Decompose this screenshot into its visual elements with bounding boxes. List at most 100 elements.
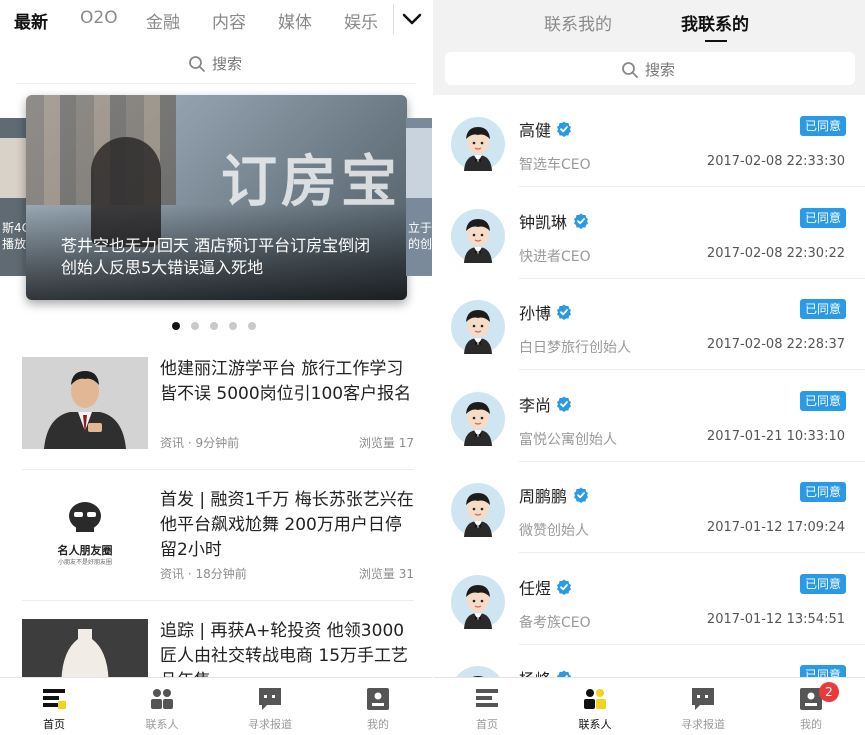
category-tab-latest[interactable]: 最新 bbox=[14, 8, 48, 33]
news-item[interactable]: 追踪 | 再获A+轮投资 他领3000匠人由社交转战电商 15万手工艺品年售 bbox=[22, 619, 414, 679]
news-item[interactable]: 名人朋友圈 小朋友不是好朋友圈 首发 | 融资1千万 梅长苏张艺兴在他平台飙戏尬… bbox=[22, 488, 414, 588]
contact-timestamp: 2017-02-08 22:33:30 bbox=[706, 154, 845, 169]
contact-role: 微赞创始人 bbox=[519, 523, 589, 539]
contacts-icon bbox=[151, 689, 173, 709]
banner-next-peek[interactable]: 立于 的创 bbox=[406, 118, 432, 276]
news-meta: 资讯 · 9分钟前 bbox=[160, 436, 240, 450]
search-icon bbox=[622, 62, 638, 78]
agreed-badge: 已同意 bbox=[800, 482, 846, 502]
avatar[interactable] bbox=[451, 483, 505, 537]
contact-row[interactable]: 高健 已同意 智选车CEO 2017-02-08 22:33:30 bbox=[433, 96, 865, 187]
home-icon bbox=[476, 689, 498, 707]
news-thumbnail bbox=[22, 619, 148, 679]
contact-timestamp: 2017-02-08 22:30:22 bbox=[706, 245, 845, 261]
contact-row[interactable]: 任煜 已同意 备考族CEO 2017-01-12 13:54:51 bbox=[433, 553, 865, 645]
agreed-badge: 已同意 bbox=[800, 207, 846, 228]
contact-timestamp: 2017-01-12 17:09:24 bbox=[706, 520, 845, 535]
contact-role: 富悦公寓创始人 bbox=[519, 431, 617, 448]
chevron-down-icon[interactable] bbox=[401, 10, 423, 28]
tab-label: 寻求报道 bbox=[681, 718, 725, 731]
avatar[interactable] bbox=[451, 117, 505, 171]
home-screen: 最新 O2O 金融 内容 媒体 娱乐 搜索 斯4C 播放 订房宝 苍井空也无力回… bbox=[0, 0, 432, 735]
contact-row[interactable]: 周鹏鹏 已同意 微赞创始人 2017-01-12 17:09:24 bbox=[433, 462, 865, 553]
verified-icon bbox=[556, 121, 572, 137]
category-tab-entertainment[interactable]: 娱乐 bbox=[344, 8, 378, 33]
report-icon bbox=[259, 688, 281, 710]
carousel-dot[interactable] bbox=[172, 322, 180, 330]
tab-label: 我的 bbox=[367, 718, 389, 731]
tab-home[interactable]: 首页 bbox=[433, 678, 541, 735]
verified-icon bbox=[573, 487, 589, 503]
contact-name: 周鹏鹏 bbox=[519, 487, 568, 506]
tab-label: 首页 bbox=[476, 718, 498, 731]
avatar[interactable] bbox=[451, 300, 505, 354]
news-views: 浏览量 17 bbox=[358, 436, 414, 450]
verified-icon bbox=[556, 579, 572, 595]
contacts-icon bbox=[584, 689, 606, 709]
contact-row[interactable]: 孙博 已同意 白日梦旅行创始人 2017-02-08 22:28:37 bbox=[433, 279, 865, 370]
agreed-badge: 已同意 bbox=[800, 116, 846, 136]
tab-report[interactable]: 寻求报道 bbox=[649, 678, 757, 735]
tab-home[interactable]: 首页 bbox=[0, 678, 108, 735]
thumbnail-title: 名人朋友圈 bbox=[57, 544, 113, 557]
category-tab-finance[interactable]: 金融 bbox=[146, 8, 180, 33]
contact-name: 高健 bbox=[519, 121, 552, 140]
app-screens: 最新 O2O 金融 内容 媒体 娱乐 搜索 斯4C 播放 订房宝 苍井空也无力回… bbox=[0, 0, 865, 735]
contact-role: 智选车CEO bbox=[519, 157, 591, 173]
contact-timestamp: 2017-01-12 13:54:51 bbox=[706, 611, 845, 627]
tab-label: 寻求报道 bbox=[248, 718, 292, 731]
notification-badge: 2 bbox=[819, 682, 839, 702]
carousel-dot[interactable] bbox=[248, 322, 256, 330]
tab-label: 联系人 bbox=[145, 718, 179, 731]
news-meta: 资讯 · 18分钟前 bbox=[160, 567, 247, 581]
tab-contacted-me[interactable]: 联系我的 bbox=[544, 10, 612, 35]
news-title: 追踪 | 再获A+轮投资 他领3000匠人由社交转战电商 15万手工艺品年售 bbox=[160, 621, 409, 679]
news-title: 首发 | 融资1千万 梅长苏张艺兴在他平台飙戏尬舞 200万用户日停留2小时 bbox=[160, 490, 414, 560]
carousel-dot[interactable] bbox=[191, 322, 199, 330]
category-tab-o2o[interactable]: O2O bbox=[80, 8, 118, 28]
avatar[interactable] bbox=[451, 208, 505, 263]
contact-name: 李尚 bbox=[519, 395, 552, 415]
tab-label: 联系人 bbox=[578, 718, 612, 731]
news-thumbnail bbox=[22, 357, 148, 449]
carousel-dot[interactable] bbox=[210, 322, 218, 330]
news-views: 浏览量 31 bbox=[358, 567, 414, 581]
tab-report[interactable]: 寻求报道 bbox=[216, 678, 324, 735]
bottom-tab-bar: 首页 联系人 寻求报道 bbox=[433, 677, 865, 735]
contact-name: 任煜 bbox=[519, 578, 552, 598]
avatar[interactable] bbox=[451, 574, 505, 629]
category-tab-content[interactable]: 内容 bbox=[212, 8, 246, 33]
home-icon bbox=[43, 689, 66, 709]
profile-icon bbox=[367, 688, 389, 710]
featured-banner[interactable]: 订房宝 苍井空也无力回天 酒店预订平台订房宝倒闭 创始人反思5大错误逼入死地 bbox=[26, 95, 407, 300]
news-item[interactable]: 他建丽江游学平台 旅行工作学习皆不误 5000岗位引100客户报名 资讯 · 9… bbox=[22, 357, 414, 457]
contact-row[interactable]: 钟凯琳 已同意 快进者CEO 2017-02-08 22:30:22 bbox=[433, 187, 865, 279]
category-divider bbox=[393, 4, 394, 34]
verified-icon bbox=[556, 396, 572, 412]
agreed-badge: 已同意 bbox=[800, 390, 846, 411]
search-icon bbox=[189, 56, 205, 72]
contact-name: 孙博 bbox=[519, 304, 552, 323]
report-icon bbox=[692, 688, 714, 710]
category-tab-media[interactable]: 媒体 bbox=[278, 8, 312, 33]
tab-i-contacted[interactable]: 我联系的 bbox=[681, 10, 749, 35]
carousel-dot[interactable] bbox=[229, 322, 237, 330]
contact-role: 白日梦旅行创始人 bbox=[519, 340, 631, 356]
search-bar[interactable]: 搜索 bbox=[445, 52, 855, 85]
contact-timestamp: 2017-01-21 10:33:10 bbox=[706, 428, 845, 444]
banner-prev-peek[interactable]: 斯4C 播放 bbox=[0, 118, 26, 276]
tab-profile[interactable]: 2 我的 bbox=[757, 678, 865, 735]
tab-contacts[interactable]: 联系人 bbox=[541, 678, 649, 735]
search-bar[interactable]: 搜索 bbox=[0, 45, 432, 81]
active-tab-indicator bbox=[705, 40, 727, 42]
tab-profile[interactable]: 我的 bbox=[324, 678, 432, 735]
contact-timestamp: 2017-02-08 22:28:37 bbox=[706, 337, 845, 352]
avatar[interactable] bbox=[451, 391, 505, 446]
contact-row[interactable]: 李尚 已同意 富悦公寓创始人 2017-01-21 10:33:10 bbox=[433, 370, 865, 462]
contacts-header: 联系我的 我联系的 搜索 bbox=[433, 0, 865, 95]
tab-contacts[interactable]: 联系人 bbox=[108, 678, 216, 735]
news-thumbnail: 名人朋友圈 小朋友不是好朋友圈 bbox=[22, 488, 148, 580]
contact-role: 备考族CEO bbox=[519, 614, 591, 631]
news-title: 他建丽江游学平台 旅行工作学习皆不误 5000岗位引100客户报名 bbox=[160, 359, 412, 404]
tab-label: 首页 bbox=[43, 718, 65, 731]
